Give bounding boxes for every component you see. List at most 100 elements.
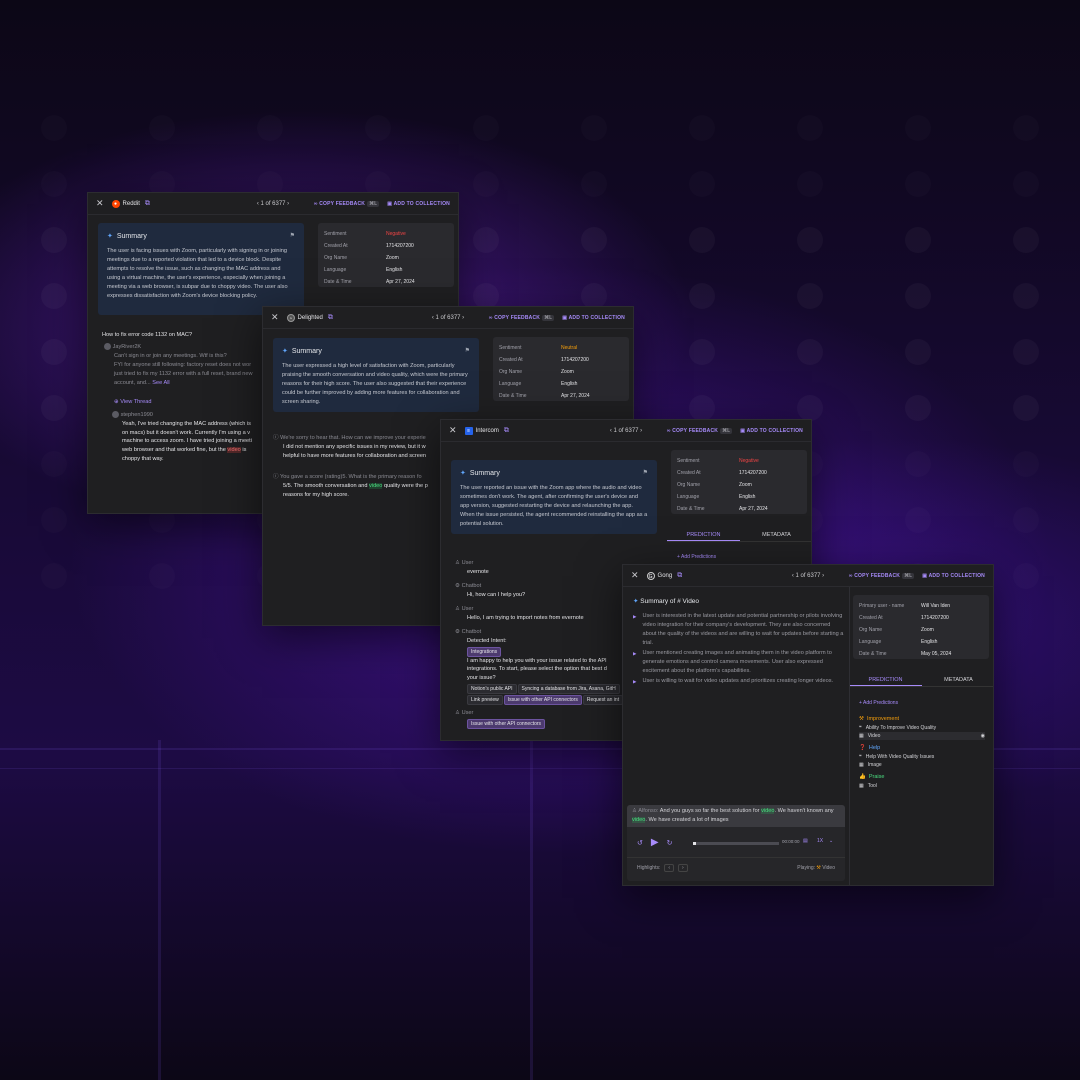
metadata-value: Neutral bbox=[561, 345, 578, 351]
metadata-row: Language English bbox=[677, 491, 801, 503]
copy-feedback-button[interactable]: ∞ COPY FEEDBACK ⌘L bbox=[849, 572, 915, 579]
source-label: ◔ Delighted ⧉ bbox=[286, 313, 333, 322]
tools-icon: ⚒ bbox=[816, 865, 821, 871]
metadata-value: 1714207200 bbox=[561, 357, 589, 363]
speed-button[interactable]: 1X bbox=[817, 838, 823, 844]
close-icon[interactable]: ✕ bbox=[271, 312, 279, 323]
add-predictions-button[interactable]: + Add Predictions bbox=[859, 699, 985, 707]
metadata-key: Created At bbox=[859, 615, 883, 621]
play-icon[interactable]: ▶ bbox=[651, 837, 659, 848]
summary-text: The user is facing issues with Zoom, par… bbox=[107, 248, 288, 299]
metadata-value: Zoom bbox=[739, 482, 752, 488]
close-icon[interactable]: ✕ bbox=[96, 198, 104, 209]
flag-icon[interactable]: ⚑ bbox=[290, 232, 295, 242]
background-dot bbox=[41, 451, 67, 477]
close-icon[interactable]: ✕ bbox=[631, 570, 639, 581]
copy-feedback-button[interactable]: ∞ COPY FEEDBACK ⌘L bbox=[489, 314, 555, 321]
option-chip[interactable]: Link preview bbox=[467, 695, 503, 706]
add-to-collection-button[interactable]: ▣ ADD TO COLLECTION bbox=[740, 428, 803, 434]
tab-prediction[interactable]: PREDICTION bbox=[849, 673, 922, 686]
captions-icon[interactable]: ▤ bbox=[803, 838, 808, 844]
background-dot bbox=[473, 171, 499, 197]
tab-metadata[interactable]: METADATA bbox=[740, 528, 811, 541]
background-dot bbox=[1013, 339, 1039, 365]
background-dot bbox=[41, 395, 67, 421]
background-dot bbox=[41, 507, 67, 533]
background-dot bbox=[473, 115, 499, 141]
metadata-value: Zoom bbox=[561, 369, 574, 375]
metadata-value: 1714207200 bbox=[921, 615, 949, 621]
background-dot bbox=[797, 283, 823, 309]
background-dot bbox=[905, 507, 931, 533]
external-link-icon[interactable]: ⧉ bbox=[677, 572, 682, 580]
option-chip[interactable]: Issue with other API connectors bbox=[503, 695, 582, 706]
summary-card: ✦ Summary ⚑ The user reported an issue wit… bbox=[451, 460, 657, 534]
flag-icon[interactable]: ⚑ bbox=[465, 347, 470, 357]
add-predictions-button[interactable]: + Add Predictions bbox=[677, 553, 716, 561]
flag-icon[interactable]: ⚑ bbox=[643, 469, 648, 479]
forward-icon[interactable]: ↻ bbox=[667, 839, 673, 847]
copy-feedback-button[interactable]: ∞ COPY FEEDBACK ⌘L bbox=[314, 200, 380, 207]
more-icon[interactable]: ⌄ bbox=[829, 838, 833, 844]
metadata-value: Apr 27, 2024 bbox=[386, 279, 415, 285]
gong-summary: ✦ Summary of # Video ▶ User is interested… bbox=[633, 598, 844, 686]
option-chip[interactable]: Request an int bbox=[582, 695, 624, 706]
background-dot bbox=[689, 171, 715, 197]
prev-highlight-button[interactable]: ‹ bbox=[664, 864, 675, 872]
external-link-icon[interactable]: ⧉ bbox=[145, 200, 150, 208]
tab-prediction[interactable]: PREDICTION bbox=[667, 528, 740, 541]
metadata-key: Sentiment bbox=[324, 231, 347, 237]
chatbot-icon: ⚙ bbox=[455, 582, 462, 589]
rewind-icon[interactable]: ↺ bbox=[637, 839, 643, 847]
view-thread-link[interactable]: ⊕ View Thread bbox=[104, 398, 284, 407]
metadata-row: Created At 1714207200 bbox=[499, 354, 623, 366]
metadata-value: Zoom bbox=[921, 627, 934, 633]
background-dot bbox=[689, 283, 715, 309]
next-icon[interactable]: › bbox=[639, 428, 642, 434]
quote-icon: ❝ bbox=[859, 754, 862, 760]
background-dot bbox=[1013, 283, 1039, 309]
play-bullet-icon[interactable]: ▶ bbox=[633, 650, 636, 676]
gong-icon: G bbox=[646, 571, 655, 580]
add-to-collection-button[interactable]: ▣ ADD TO COLLECTION bbox=[562, 315, 625, 321]
metadata-value: 1714207200 bbox=[739, 470, 767, 476]
next-icon[interactable]: › bbox=[461, 315, 464, 321]
metadata-row: Created At 1714207200 bbox=[324, 240, 448, 252]
metadata-key: Org Name bbox=[324, 255, 348, 261]
copy-feedback-button[interactable]: ∞ COPY FEEDBACK ⌘L bbox=[667, 427, 733, 434]
thumbs-up-icon: 👍 bbox=[859, 774, 866, 781]
background-dot bbox=[1013, 115, 1039, 141]
next-highlight-button[interactable]: › bbox=[678, 864, 688, 872]
metadata-key: Created At bbox=[324, 243, 348, 249]
pager-label: 1 of 6377 bbox=[435, 314, 461, 321]
eye-icon[interactable]: ◉ bbox=[981, 732, 985, 740]
source-label: ● Reddit ⧉ bbox=[111, 199, 150, 208]
background-dot bbox=[41, 115, 67, 141]
pager-label: 1 of 6377 bbox=[613, 427, 639, 434]
background-dot bbox=[581, 171, 607, 197]
next-icon[interactable]: › bbox=[286, 201, 289, 207]
option-chip[interactable]: Syncing a database from Jira, Asana, Git… bbox=[517, 684, 620, 695]
play-bullet-icon[interactable]: ▶ bbox=[633, 678, 636, 686]
background-dot bbox=[149, 563, 175, 589]
background-dot bbox=[905, 283, 931, 309]
option-chip[interactable]: Notion's public API bbox=[467, 684, 517, 695]
sparkle-icon: ✦ bbox=[282, 348, 288, 355]
progress-bar[interactable] bbox=[693, 842, 779, 845]
add-to-collection-button[interactable]: ▣ ADD TO COLLECTION bbox=[922, 573, 985, 579]
metadata-row: Org Name Zoom bbox=[499, 366, 623, 378]
background-dot bbox=[689, 395, 715, 421]
external-link-icon[interactable]: ⧉ bbox=[328, 314, 333, 322]
prediction-tabs: PREDICTION METADATA bbox=[667, 528, 811, 542]
see-all-link[interactable]: See All bbox=[152, 380, 169, 386]
close-icon[interactable]: ✕ bbox=[449, 425, 457, 436]
tab-metadata[interactable]: METADATA bbox=[922, 673, 993, 686]
metadata-value: Apr 27, 2024 bbox=[561, 393, 590, 399]
metadata-value: Apr 27, 2024 bbox=[739, 506, 768, 512]
metadata-card: Sentiment Neutral Created At 1714207200 Org … bbox=[493, 337, 629, 401]
next-icon[interactable]: › bbox=[821, 573, 824, 579]
add-to-collection-button[interactable]: ▣ ADD TO COLLECTION bbox=[387, 201, 450, 207]
external-link-icon[interactable]: ⧉ bbox=[504, 427, 509, 435]
play-bullet-icon[interactable]: ▶ bbox=[633, 613, 636, 648]
pager-label: 1 of 6377 bbox=[795, 572, 821, 579]
